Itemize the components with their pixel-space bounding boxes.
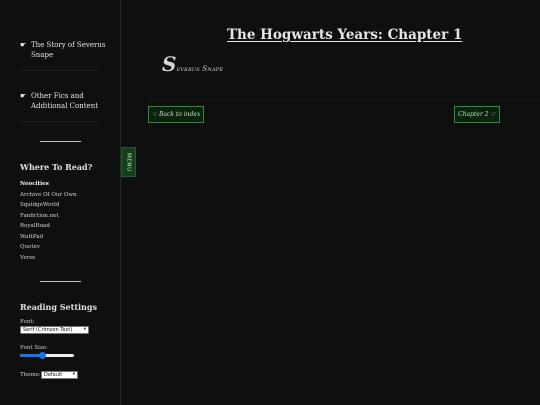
font-size-slider[interactable] [20,352,74,359]
divider [148,99,540,100]
slider-thumb[interactable] [39,352,46,359]
font-label: Font: [20,319,35,325]
chevron-down-icon: ▾ [83,327,86,332]
sidebar-link-story[interactable]: ☛ The Story of Severus Snape [20,40,112,60]
sidebar: ☛ The Story of Severus Snape ☛ Other Fic… [0,0,121,405]
main-content: The Hogwarts Years: Chapter 1 Severus Sn… [137,0,540,405]
read-link-verse[interactable]: Verse [20,253,77,264]
theme-label: Theme: [20,372,41,378]
author-initial: S [162,52,177,76]
theme-select[interactable]: Default ▾ [41,371,78,379]
reading-settings-heading: Reading Settings [20,302,97,312]
divider [40,281,81,282]
divider [20,121,98,122]
pointing-hand-icon: ☛ [20,92,27,100]
divider [40,141,81,142]
sidebar-link-label: Other Fics and Additional Content [31,92,99,110]
back-to-index-button[interactable]: ☜ Back to index [148,106,204,123]
font-select[interactable]: Serif (Crimson Text) ▾ [20,326,89,334]
where-to-read-list: Neocities Archive Of Our Own SquidgeWorl… [20,179,77,263]
chevron-down-icon: ▾ [72,372,75,377]
menu-toggle-button[interactable]: MENU [121,147,136,177]
author-name: Severus Snape [162,52,223,76]
sidebar-link-other-fics[interactable]: ☛ Other Fics and Additional Content [20,91,112,111]
author-rest: everus Snape [176,65,224,73]
read-link-quotev[interactable]: Quotev [20,242,77,253]
read-link-squidgeworld[interactable]: SquidgeWorld [20,200,77,211]
where-to-read-heading: Where To Read? [20,162,93,172]
read-link-wattpad[interactable]: WattPad [20,232,77,243]
menu-toggle-label: MENU [125,152,132,172]
theme-select-value: Default [44,372,63,378]
read-link-fanfiction[interactable]: Fanfiction.net [20,211,77,222]
read-link-neocities[interactable]: Neocities [20,179,77,190]
pointing-hand-icon: ☛ [20,41,27,49]
font-select-value: Serif (Crimson Text) [23,327,73,333]
sidebar-link-label: The Story of Severus Snape [31,41,106,59]
chapter-title[interactable]: The Hogwarts Years: Chapter 1 [227,27,462,43]
read-link-ao3[interactable]: Archive Of Our Own [20,190,77,201]
divider [20,70,98,71]
next-chapter-button[interactable]: Chapter 2 ☞ [454,106,500,123]
font-size-label: Font Size: [20,345,48,351]
read-link-royalroad[interactable]: RoyalRoad [20,221,77,232]
